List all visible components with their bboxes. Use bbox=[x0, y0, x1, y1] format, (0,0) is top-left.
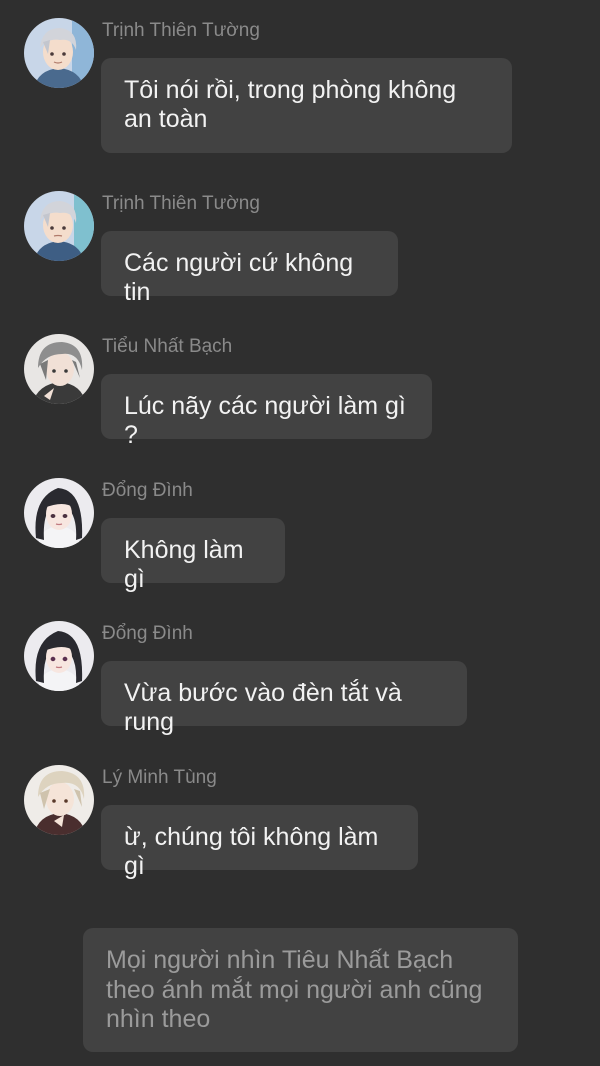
man-grey-hair-avatar[interactable] bbox=[24, 334, 94, 404]
message-bubble[interactable]: Tôi nói rồi, trong phòng không an toàn bbox=[101, 58, 512, 153]
sender-name: Trịnh Thiên Tường bbox=[102, 193, 260, 214]
message-bubble[interactable]: Lúc nãy các người làm gì ? bbox=[101, 374, 432, 449]
woman-black-hair-avatar[interactable] bbox=[24, 478, 94, 548]
message-bubble[interactable]: Các người cứ không tin bbox=[101, 231, 398, 306]
man-silver-hair-avatar[interactable] bbox=[24, 191, 94, 261]
woman-black-hair-avatar[interactable] bbox=[24, 621, 94, 691]
man-blonde-hair-avatar[interactable] bbox=[24, 765, 94, 835]
sender-name: Lý Minh Tùng bbox=[102, 767, 217, 788]
message-bubble[interactable]: Vừa bước vào đèn tắt và rung bbox=[101, 661, 467, 736]
message-bubble[interactable]: Không làm gì bbox=[101, 518, 285, 593]
sender-name: Tiểu Nhất Bạch bbox=[102, 336, 233, 357]
sender-name: Đổng Đình bbox=[102, 480, 193, 501]
man-silver-hair-avatar[interactable] bbox=[24, 18, 94, 88]
sender-name: Đổng Đình bbox=[102, 623, 193, 644]
narration-box: Mọi người nhìn Tiêu Nhất Bạch theo ánh m… bbox=[83, 928, 518, 1052]
sender-name: Trịnh Thiên Tường bbox=[102, 20, 260, 41]
message-bubble[interactable]: ừ, chúng tôi không làm gì bbox=[101, 805, 418, 880]
